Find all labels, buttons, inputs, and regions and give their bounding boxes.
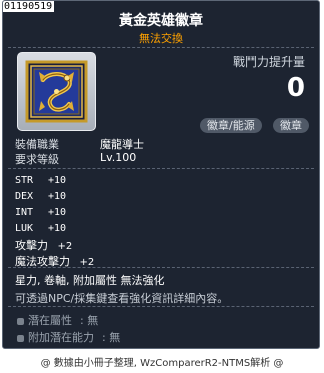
divider bbox=[8, 168, 314, 169]
potential-value: : 無 bbox=[80, 314, 99, 327]
job-label: 裝備職業 bbox=[15, 138, 59, 151]
stat-name: 攻擊力 bbox=[15, 239, 48, 252]
potential-bullet-icon bbox=[17, 334, 24, 342]
enhance-restriction-text: 星力, 卷軸, 附加屬性 無法強化 bbox=[15, 274, 165, 287]
power-increase-value: 0 bbox=[286, 73, 305, 103]
enhance-info-hint: 可透過NPC/採集鍵查看強化資訊詳細內容。 bbox=[15, 292, 229, 305]
tag-emblem: 徽章 bbox=[273, 118, 309, 133]
divider bbox=[8, 47, 314, 48]
item-name: 黃金英雄徽章 bbox=[119, 13, 203, 29]
potential-label: 潛在屬性 bbox=[28, 314, 72, 327]
divider bbox=[8, 306, 314, 307]
power-increase-label: 戰鬥力提升量 bbox=[232, 55, 305, 69]
additional-potential-value: : 無 bbox=[102, 331, 121, 344]
additional-potential-row: 附加潛在能力 : 無 bbox=[17, 329, 120, 345]
stat-value: +10 bbox=[48, 175, 67, 186]
stat-int: INT +10 bbox=[15, 207, 66, 218]
item-icon-frame bbox=[17, 52, 96, 131]
trade-status: 無法交換 bbox=[139, 32, 183, 45]
stat-luk: LUK +10 bbox=[15, 223, 66, 234]
stat-value: +10 bbox=[48, 223, 67, 234]
stat-name: DEX bbox=[15, 191, 34, 202]
potential-bullet-icon bbox=[17, 317, 24, 325]
stat-value: +10 bbox=[48, 207, 67, 218]
golden-dragon-emblem-icon bbox=[25, 60, 88, 123]
stat-name: LUK bbox=[15, 223, 34, 234]
tag-emblem-energy: 徽章/能源 bbox=[200, 118, 262, 133]
divider bbox=[8, 267, 314, 268]
stat-name: INT bbox=[15, 207, 34, 218]
level-value: Lv.100 bbox=[100, 151, 137, 164]
level-label: 要求等級 bbox=[15, 153, 59, 166]
stat-str: STR +10 bbox=[15, 175, 66, 186]
job-value: 魔龍導士 bbox=[100, 138, 144, 151]
potential-row: 潛在屬性 : 無 bbox=[17, 312, 98, 328]
stat-dex: DEX +10 bbox=[15, 191, 66, 202]
stat-name: STR bbox=[15, 175, 34, 186]
footer-credit: @ 數據由小冊子整理, WzComparerR2-NTMS解析 @ bbox=[40, 358, 284, 369]
stat-value: +2 bbox=[57, 241, 73, 252]
stat-value: +10 bbox=[48, 191, 67, 202]
stat-attack: 攻擊力 +2 bbox=[15, 237, 72, 253]
additional-potential-label: 附加潛在能力 bbox=[28, 331, 94, 344]
item-tooltip: 01190519 黃金英雄徽章 無法交換 戰鬥力提升量 0 徽章/能源 徽章 裝… bbox=[2, 0, 320, 349]
